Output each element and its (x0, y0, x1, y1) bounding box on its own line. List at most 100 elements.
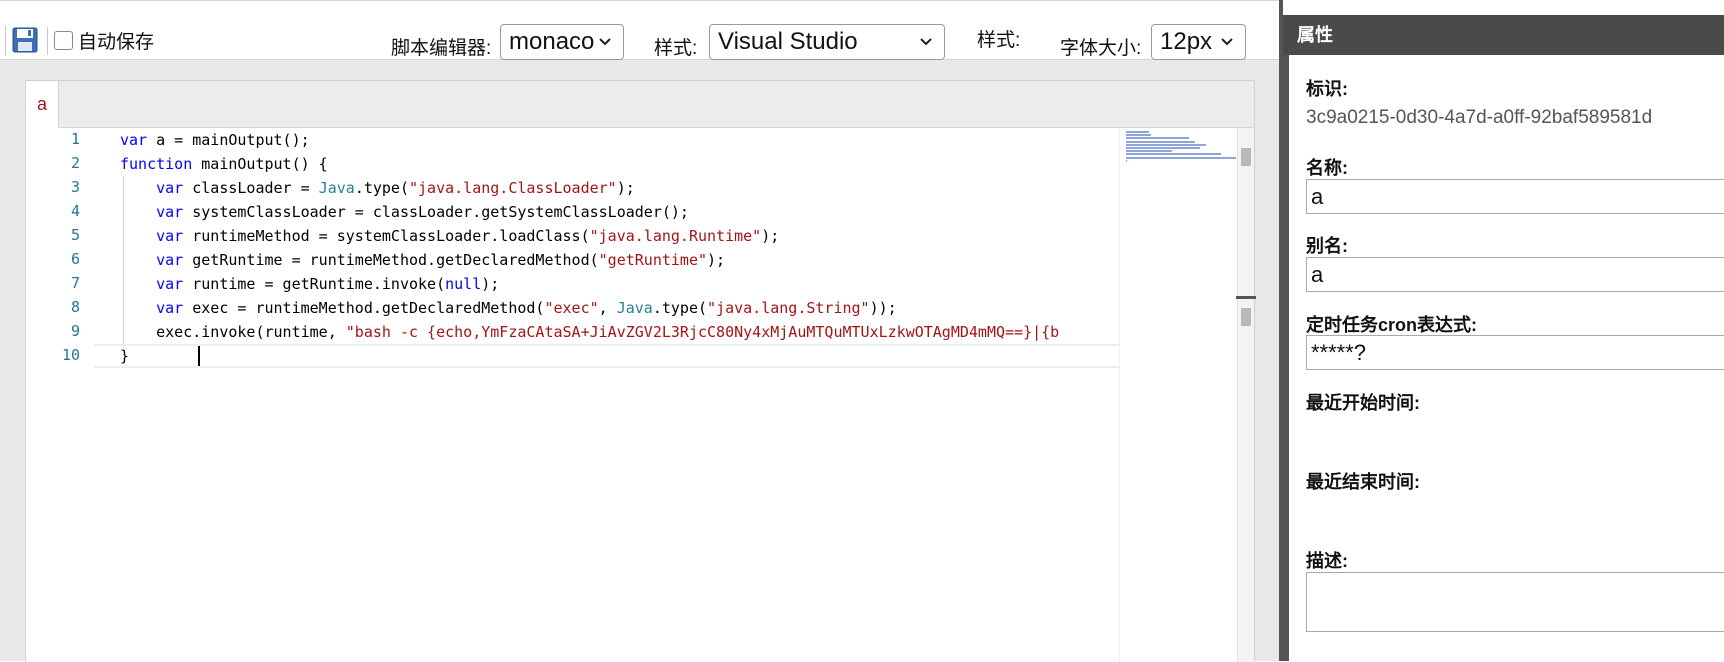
minimap-line (1126, 131, 1150, 133)
chevron-down-icon (920, 38, 932, 46)
code-token: ); (481, 275, 500, 293)
code-line: var runtime = getRuntime.invoke(null); (120, 272, 499, 296)
code-token: var (156, 275, 184, 293)
code-token: mainOutput() { (192, 155, 328, 173)
current-line-highlight (94, 344, 1134, 368)
code-line: var classLoader = Java.type("java.lang.C… (120, 176, 635, 200)
autosave-checkbox[interactable] (54, 30, 73, 50)
code-token: )); (869, 299, 897, 317)
minimap-line (1126, 156, 1236, 159)
text-cursor (198, 346, 200, 366)
scrollbar-thumb[interactable] (1241, 148, 1251, 166)
style-select[interactable]: Visual Studio (709, 24, 945, 60)
code-text-area[interactable]: var a = mainOutput(); function mainOutput… (94, 128, 1134, 662)
line-number: 9 (70, 322, 80, 340)
minimap-line (1126, 143, 1207, 146)
minimap-line (1126, 140, 1196, 143)
font-size-select[interactable]: 12px (1151, 24, 1246, 60)
code-token: var (156, 299, 184, 317)
code-token: function (120, 155, 193, 173)
code-token: Java (616, 299, 653, 317)
code-token: systemClassLoader = classLoader.getSyste… (183, 203, 689, 221)
code-token: ); (616, 179, 635, 197)
line-number: 3 (70, 178, 80, 196)
minimap-line (1126, 137, 1189, 140)
script-editor-select[interactable]: monaco (500, 24, 624, 60)
code-token: a = mainOutput(); (147, 131, 310, 149)
code-token: null (445, 275, 482, 293)
line-number: 6 (70, 250, 80, 268)
code-token: "java.lang.ClassLoader" (409, 179, 617, 197)
code-token: runtimeMethod = systemClassLoader.loadCl… (183, 227, 590, 245)
properties-body: 标识: 3c9a0215-0d30-4a7d-a0ff-92baf589581d… (1283, 55, 1724, 661)
id-label: 标识: (1306, 79, 1348, 99)
style-value: Visual Studio (718, 28, 858, 55)
code-token: var (120, 131, 148, 149)
font-size-label: 字体大小: (1060, 38, 1142, 59)
editor-tab[interactable]: a (26, 81, 59, 128)
code-token: , (598, 299, 617, 317)
code-minimap[interactable] (1119, 128, 1237, 662)
line-number-gutter: 1 2 3 4 5 6 7 8 9 10 (26, 128, 92, 662)
code-token: .type( (354, 179, 409, 197)
vertical-scrollbar[interactable] (1236, 128, 1256, 662)
name-field[interactable]: a (1306, 179, 1724, 214)
code-token: var (156, 203, 184, 221)
save-button[interactable] (12, 27, 38, 53)
code-token: ); (761, 227, 780, 245)
code-token: "bash -c {echo,YmFzaCAtaSA+JiAvZGV2L3Rjc… (345, 323, 1060, 341)
code-token: exec.invoke(runtime, (120, 323, 346, 341)
id-value: 3c9a0215-0d30-4a7d-a0ff-92baf589581d (1306, 107, 1653, 128)
autosave-label: 自动保存 (78, 31, 155, 53)
cron-label: 定时任务cron表达式: (1306, 315, 1477, 335)
scrollbar-marker (1236, 296, 1256, 299)
code-line: exec.invoke(runtime, "bash -c {echo,YmFz… (120, 320, 1059, 344)
minimap-line (1126, 150, 1173, 153)
minimap-line (1126, 147, 1200, 149)
minimap-line (1126, 153, 1221, 156)
last-end-time-label: 最近结束时间: (1306, 472, 1420, 492)
code-editor: a 1 2 3 4 5 6 7 8 9 10 var a = mainOutput(); funct… (25, 80, 1256, 662)
editor-area: a 1 2 3 4 5 6 7 8 9 10 var a = mainOutput(); funct… (0, 60, 1279, 662)
code-token: var (156, 179, 184, 197)
code-token: var (156, 251, 184, 269)
line-number: 7 (70, 274, 80, 292)
chevron-down-icon (599, 38, 611, 46)
code-line: var a = mainOutput(); (120, 128, 310, 152)
style-label-secondary: 样式: (977, 30, 1021, 51)
description-label: 描述: (1306, 551, 1348, 571)
description-field[interactable] (1306, 572, 1724, 632)
code-token: var (156, 227, 184, 245)
line-number: 10 (61, 346, 80, 364)
code-token: } (120, 347, 130, 365)
minimap-line (1126, 134, 1152, 137)
code-token: "getRuntime" (598, 251, 708, 269)
properties-header: 属性 (1283, 15, 1724, 55)
code-token: "exec" (544, 299, 599, 317)
code-token: runtime = getRuntime.invoke( (183, 275, 446, 293)
alias-label: 别名: (1306, 236, 1348, 256)
autosave-toggle[interactable]: 自动保存 (54, 27, 154, 53)
code-token: "java.lang.String" (707, 299, 870, 317)
line-number: 1 (70, 130, 80, 148)
code-line: function mainOutput() { (120, 152, 328, 176)
minimap-line (1126, 159, 1128, 162)
code-token: classLoader = (183, 179, 319, 197)
scrollbar-thumb-secondary[interactable] (1241, 308, 1251, 326)
chevron-down-icon (1221, 38, 1233, 46)
toolbar-grip (5, 26, 9, 56)
code-token: ); (707, 251, 726, 269)
code-token: Java (318, 179, 355, 197)
cron-field[interactable]: *****? (1306, 335, 1724, 370)
line-number: 5 (70, 226, 80, 244)
script-editor-value: monaco (509, 28, 595, 55)
line-number: 2 (70, 154, 80, 172)
script-editor-label: 脚本编辑器: (391, 38, 492, 59)
code-line: } (120, 344, 129, 368)
alias-field[interactable]: a (1306, 257, 1724, 292)
